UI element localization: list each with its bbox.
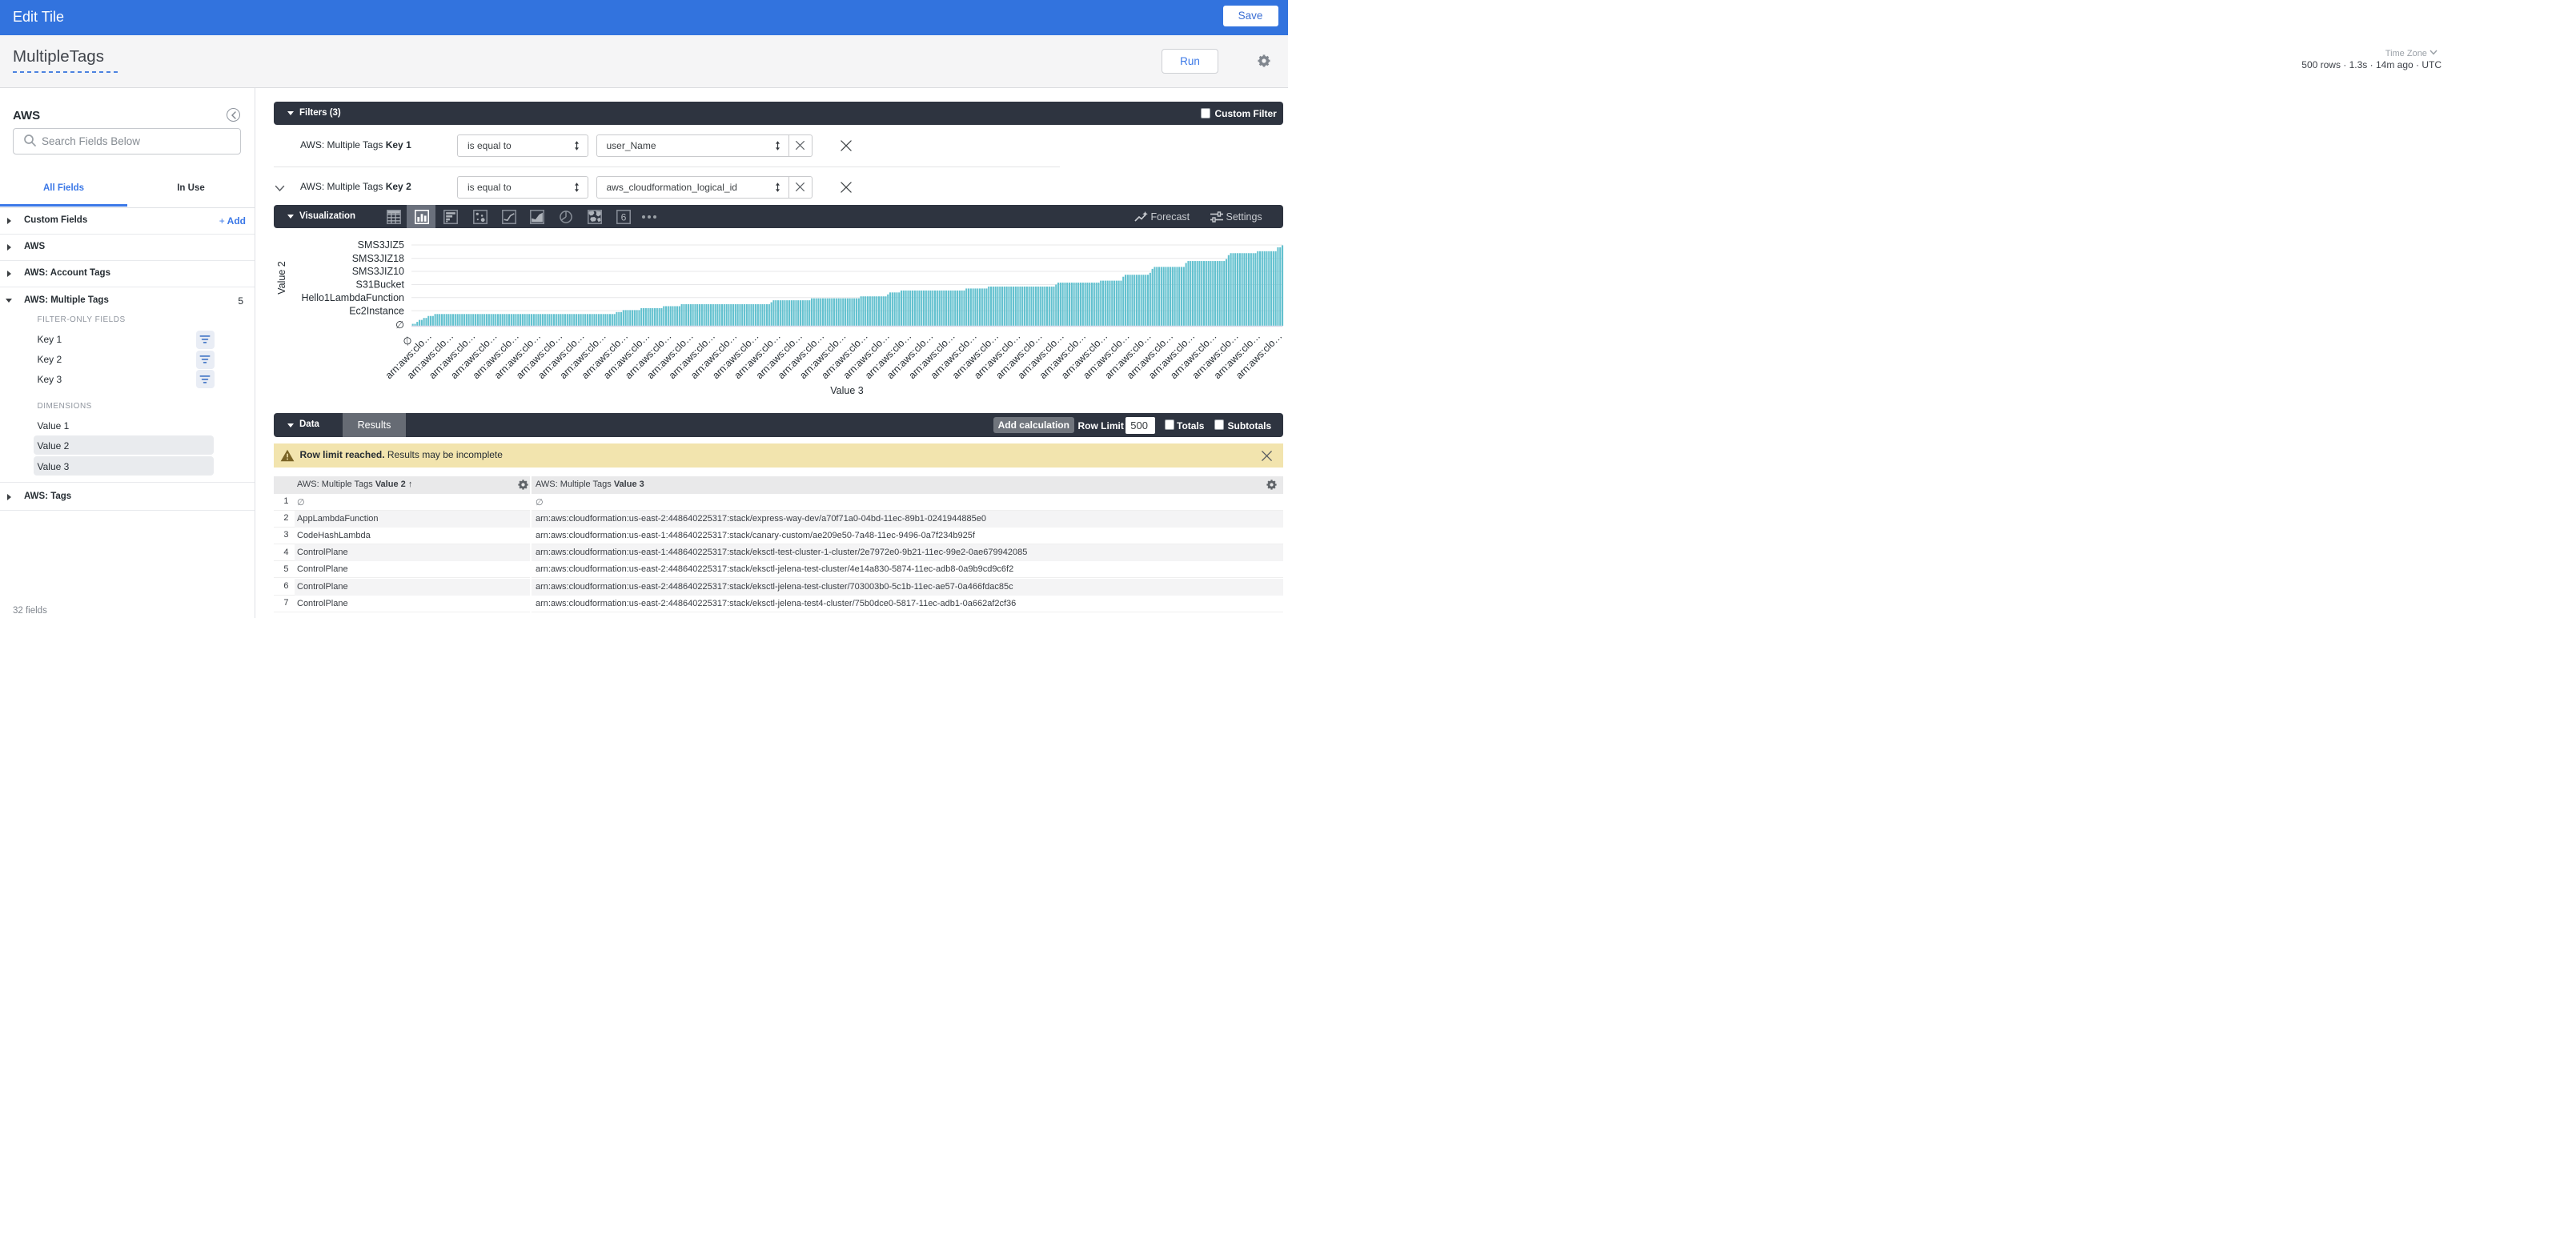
svg-text:Hello1LambdaFunction: Hello1LambdaFunction [301,292,404,303]
svg-text:∅: ∅ [395,319,404,331]
svg-text:Value 3: Value 3 [830,385,864,396]
svg-text:Ec2Instance: Ec2Instance [349,305,404,316]
svg-text:S31Bucket: S31Bucket [356,279,405,291]
svg-text:SMS3JIZ10: SMS3JIZ10 [352,266,404,277]
svg-text:SMS3JIZ18: SMS3JIZ18 [352,253,404,264]
svg-text:SMS3JIZ5: SMS3JIZ5 [358,239,404,251]
svg-text:6: 6 [621,211,627,223]
svg-text:Value 2: Value 2 [276,261,287,295]
